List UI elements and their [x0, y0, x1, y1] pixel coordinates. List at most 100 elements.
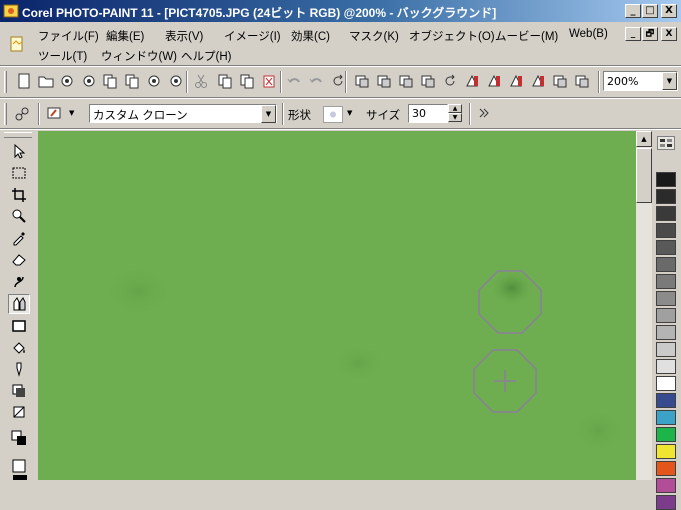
palette-menu-icon[interactable]: [657, 136, 675, 150]
clone-source-icon[interactable]: [12, 104, 32, 124]
color-swatch[interactable]: [656, 478, 676, 493]
shadow-icon[interactable]: [8, 381, 30, 401]
spin-down-icon[interactable]: ▼: [448, 113, 462, 122]
doc-close-button[interactable]: X: [661, 27, 677, 41]
clone-icon[interactable]: [8, 294, 30, 314]
undo-icon[interactable]: [284, 71, 304, 91]
color-swatch[interactable]: [656, 240, 676, 255]
image-icon[interactable]: [550, 71, 570, 91]
toolbar-grip[interactable]: [4, 103, 7, 125]
menu-object[interactable]: オブジェクト(O): [409, 28, 495, 44]
channel-icon[interactable]: [506, 71, 526, 91]
fill-icon[interactable]: [8, 338, 30, 358]
eyedropper-icon[interactable]: [8, 228, 30, 248]
scroll-up-icon[interactable]: ▲: [636, 131, 652, 147]
open-icon[interactable]: [36, 71, 56, 91]
clip-icon[interactable]: [374, 71, 394, 91]
document-icon[interactable]: [9, 36, 25, 52]
color-swatch[interactable]: [656, 206, 676, 221]
paint-icon[interactable]: [8, 359, 30, 379]
chevron-down-icon[interactable]: ▼: [347, 109, 352, 117]
smear-icon[interactable]: [8, 271, 30, 291]
zoom-select[interactable]: 200% ▼: [603, 71, 678, 91]
scan-icon[interactable]: [57, 71, 77, 91]
color-swatch[interactable]: [656, 274, 676, 289]
color-swatch[interactable]: [656, 359, 676, 374]
color-swatch[interactable]: [656, 427, 676, 442]
vertical-scrollbar[interactable]: ▲: [636, 131, 652, 480]
menu-effects[interactable]: 効果(C): [291, 28, 330, 44]
fg-color-icon[interactable]: [8, 456, 30, 476]
lens-icon[interactable]: [396, 71, 416, 91]
color-swatch[interactable]: [656, 325, 676, 340]
mask-rectangle-icon[interactable]: [8, 163, 30, 183]
menu-web[interactable]: Web(B): [569, 28, 608, 40]
toolbox-grip[interactable]: [4, 132, 32, 138]
grid-icon[interactable]: [572, 71, 592, 91]
import-icon[interactable]: [144, 71, 164, 91]
zoom-icon[interactable]: [8, 206, 30, 226]
close-button[interactable]: X: [661, 4, 677, 18]
color-swatch[interactable]: [656, 393, 676, 408]
effects-icon[interactable]: [462, 71, 482, 91]
pick-icon[interactable]: [8, 141, 30, 161]
chevron-down-icon[interactable]: ▼: [662, 72, 677, 90]
delete-icon[interactable]: [259, 71, 279, 91]
rotate-icon[interactable]: [440, 71, 460, 91]
color-swatch[interactable]: [656, 223, 676, 238]
scroll-thumb[interactable]: [636, 148, 652, 203]
preset-select[interactable]: カスタム クローン ▼: [89, 104, 277, 123]
bg-color-swatch[interactable]: [13, 475, 27, 480]
size-input[interactable]: 30: [408, 104, 448, 123]
menu-help[interactable]: ヘルプ(H): [181, 48, 231, 64]
menu-edit[interactable]: 編集(E): [106, 28, 144, 44]
color-swatch[interactable]: [656, 410, 676, 425]
new-icon[interactable]: [14, 71, 34, 91]
spin-up-icon[interactable]: ▲: [448, 104, 462, 113]
menu-tools[interactable]: ツール(T): [38, 48, 87, 64]
chevron-down-icon[interactable]: ▼: [69, 109, 74, 117]
doc-restore-button[interactable]: 🗗: [642, 27, 658, 41]
image-sprayer-icon[interactable]: [8, 402, 30, 422]
color-swatch[interactable]: [656, 172, 676, 187]
menu-view[interactable]: 表示(V): [165, 28, 203, 44]
color-swatch[interactable]: [656, 461, 676, 476]
menu-file[interactable]: ファイル(F): [38, 28, 99, 44]
print-icon[interactable]: [100, 71, 120, 91]
color-swatch[interactable]: [656, 189, 676, 204]
more-options-icon[interactable]: [474, 103, 494, 123]
color-swatch[interactable]: [656, 444, 676, 459]
cut-icon[interactable]: [191, 71, 211, 91]
toolbar-grip[interactable]: [4, 71, 7, 93]
image-canvas[interactable]: [38, 131, 636, 480]
shape-selector[interactable]: [323, 106, 343, 123]
brush-type-icon[interactable]: [46, 103, 66, 123]
crop-icon[interactable]: [8, 185, 30, 205]
paste-clipboard-icon[interactable]: [237, 71, 257, 91]
color-swatch[interactable]: [656, 342, 676, 357]
menu-image[interactable]: イメージ(I): [224, 28, 281, 44]
color-swatch[interactable]: [656, 308, 676, 323]
redo-icon[interactable]: [306, 71, 326, 91]
color-icon[interactable]: [484, 71, 504, 91]
color-swatch[interactable]: [656, 376, 676, 391]
size-spinner[interactable]: ▲ ▼: [448, 104, 462, 123]
export-icon[interactable]: [166, 71, 186, 91]
doc-minimize-button[interactable]: _: [625, 27, 641, 41]
copy-icon[interactable]: [215, 71, 235, 91]
save-icon[interactable]: [79, 71, 99, 91]
chevron-down-icon[interactable]: ▼: [261, 105, 276, 123]
histogram-icon[interactable]: [528, 71, 548, 91]
color-swatch[interactable]: [656, 495, 676, 510]
color-swatch[interactable]: [656, 291, 676, 306]
color-swap-icon[interactable]: [8, 428, 30, 448]
maximize-button[interactable]: □: [642, 4, 658, 18]
paste-icon[interactable]: [122, 71, 142, 91]
eraser-icon[interactable]: [8, 249, 30, 269]
menu-mask[interactable]: マスク(K): [349, 28, 399, 44]
menu-window[interactable]: ウィンドウ(W): [101, 48, 177, 64]
menu-movie[interactable]: ムービー(M): [495, 28, 558, 44]
object-icon[interactable]: [352, 71, 372, 91]
mask-icon[interactable]: [418, 71, 438, 91]
color-swatch[interactable]: [656, 257, 676, 272]
